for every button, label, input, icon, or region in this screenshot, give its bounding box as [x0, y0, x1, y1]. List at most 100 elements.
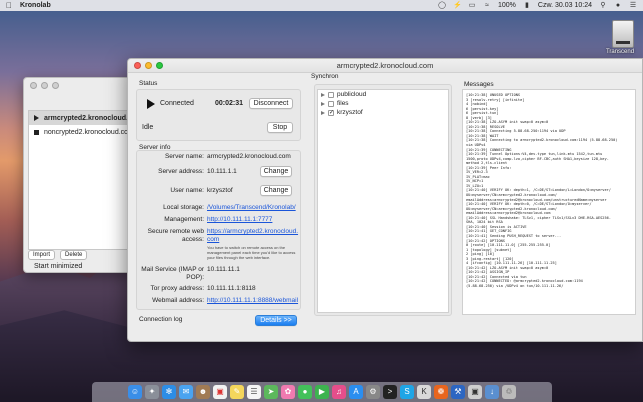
search-icon[interactable]: ⚲	[599, 2, 607, 9]
kronolab-icon[interactable]: K	[417, 385, 431, 399]
launchpad-icon[interactable]: ✦	[145, 385, 159, 399]
folder-name: publicloud	[337, 91, 367, 98]
shield-icon[interactable]: ◯	[438, 2, 446, 9]
battery-icon[interactable]: ▮	[523, 2, 531, 9]
idle-label: Idle	[142, 124, 154, 131]
synchron-panel: publicloud files ✓ krzysztof	[314, 84, 452, 316]
status-panel: Connected 00:02:31 Disconnect Idle Stop	[136, 89, 301, 141]
management-link[interactable]: http://10.111.11.1:7777	[207, 216, 299, 224]
minimize-button[interactable]	[145, 62, 152, 69]
zoom-button[interactable]	[52, 81, 59, 89]
maps-icon[interactable]: ➤	[264, 385, 278, 399]
secure-web-note: You have to switch on remote access on t…	[207, 245, 296, 260]
notes-icon[interactable]: ✎	[230, 385, 244, 399]
apple-icon[interactable]: 	[6, 1, 12, 10]
mail-icon[interactable]: ✉	[179, 385, 193, 399]
status-header: Status	[139, 80, 158, 87]
appstore-icon[interactable]: A	[349, 385, 363, 399]
connection-timer: 00:02:31	[215, 100, 244, 107]
finder-icon[interactable]: ☺	[128, 385, 142, 399]
minimize-button[interactable]	[41, 81, 48, 89]
start-minimized-label[interactable]: Start minimized	[34, 263, 82, 270]
skype-icon[interactable]: S	[400, 385, 414, 399]
details-button[interactable]: Details >>	[255, 315, 297, 326]
server-name: noncrypted2.kronocloud.com	[44, 128, 134, 136]
tor-value: 10.111.11.1:8118	[207, 285, 256, 292]
field-label: Local storage:	[163, 204, 204, 211]
bolt-icon[interactable]: ⚡	[453, 2, 462, 9]
window-title: armcrypted2.kronocloud.com	[336, 61, 434, 70]
change-user-button[interactable]: Change	[260, 185, 292, 196]
tree-row[interactable]: ✓ krzysztof	[318, 108, 448, 117]
zoom-button[interactable]	[156, 62, 163, 69]
secure-web-link[interactable]: https://armcrypted2.kronocloud.com	[207, 228, 299, 244]
delete-button[interactable]: Delete	[60, 250, 88, 260]
connected-label: Connected	[160, 100, 194, 107]
checkbox[interactable]	[328, 91, 334, 98]
messages-log: [10:21:38] UNUSED OPTIONS 3 [resolv-retr…	[466, 93, 618, 288]
connection-window: armcrypted2.kronocloud.com Status Connec…	[127, 58, 643, 342]
play-icon	[34, 115, 39, 121]
field-label: Webmail address:	[152, 297, 204, 304]
tree-row[interactable]: publicloud	[318, 90, 448, 99]
tree-row[interactable]: files	[318, 99, 448, 108]
status-menus: ◯ ⚡ ▭ ≈ 100% ▮ Czw. 30.03 10:24 ⚲ ● ☰	[438, 2, 637, 9]
mail-value: 10.111.11.1	[207, 266, 240, 273]
firefox-icon[interactable]: ❁	[434, 385, 448, 399]
app-menu-name[interactable]: Kronolab	[20, 2, 51, 9]
folder-name: krzysztof	[337, 109, 363, 116]
menu-bar:  Kronolab ◯ ⚡ ▭ ≈ 100% ▮ Czw. 30.03 10:…	[0, 0, 643, 11]
dock: ☺ ✦ ✻ ✉ ☻ ▣ ✎ ☰ ➤ ✿ ● ▶ ♫ A ⚙ > S K ❁ ⚒ …	[92, 382, 552, 402]
messages-icon[interactable]: ●	[298, 385, 312, 399]
preview-icon[interactable]: ▣	[468, 385, 482, 399]
messages-header: Messages	[464, 81, 494, 88]
list-buttons: Import Delete	[28, 250, 89, 260]
change-address-button[interactable]: Change	[260, 166, 292, 177]
messages-panel[interactable]: [10:21:38] UNUSED OPTIONS 3 [resolv-retr…	[462, 89, 636, 315]
xcode-icon[interactable]: ⚒	[451, 385, 465, 399]
transcend-drive[interactable]: Transcend	[606, 20, 638, 58]
notifications-icon[interactable]: ☰	[629, 2, 637, 9]
disclosure-icon[interactable]	[321, 110, 325, 115]
checkbox[interactable]	[328, 100, 334, 107]
server-list-window: armcrypted2.kronocloud.com noncrypted2.k…	[23, 77, 146, 273]
folder-name: files	[337, 100, 349, 107]
terminal-icon[interactable]: >	[383, 385, 397, 399]
siri-icon[interactable]: ●	[614, 2, 622, 9]
photos-icon[interactable]: ✿	[281, 385, 295, 399]
reminders-icon[interactable]: ☰	[247, 385, 261, 399]
field-label: Server address:	[158, 168, 204, 175]
field-label: Mail Service (IMAP or POP):	[141, 266, 204, 281]
close-button[interactable]	[30, 81, 37, 89]
window-titlebar[interactable]	[24, 78, 132, 92]
clock[interactable]: Czw. 30.03 10:24	[538, 2, 592, 9]
synchron-header: Synchron	[311, 73, 339, 80]
downloads-icon[interactable]: ↓	[485, 385, 499, 399]
window-titlebar[interactable]: armcrypted2.kronocloud.com	[128, 59, 642, 73]
disconnect-button[interactable]: Disconnect	[249, 98, 293, 109]
calendar-icon[interactable]: ▣	[213, 385, 227, 399]
itunes-icon[interactable]: ♫	[332, 385, 346, 399]
trash-icon[interactable]: ♲	[502, 385, 516, 399]
server-name-value: armcrypted2.kronocloud.com	[207, 153, 291, 160]
webmail-link[interactable]: http://10.111.11.1:8888/webmail	[207, 297, 299, 305]
facetime-icon[interactable]: ▶	[315, 385, 329, 399]
import-button[interactable]: Import	[28, 250, 56, 260]
checkbox[interactable]: ✓	[328, 109, 334, 116]
disclosure-icon[interactable]	[321, 92, 325, 97]
field-label: Tor proxy address:	[150, 285, 204, 292]
close-button[interactable]	[134, 62, 141, 69]
wifi-icon[interactable]: ≈	[483, 2, 491, 9]
local-storage-link[interactable]: /Volumes/Transcend/Kronolab/	[207, 204, 299, 212]
contacts-icon[interactable]: ☻	[196, 385, 210, 399]
preferences-icon[interactable]: ⚙	[366, 385, 380, 399]
connection-log-label: Connection log	[139, 316, 183, 323]
field-label: Server name:	[164, 153, 204, 160]
stop-button[interactable]: Stop	[267, 122, 293, 133]
field-label: User name:	[170, 187, 204, 194]
server-info-panel: Server name: armcrypted2.kronocloud.com …	[136, 150, 301, 310]
safari-icon[interactable]: ✻	[162, 385, 176, 399]
disclosure-icon[interactable]	[321, 101, 325, 106]
cast-icon[interactable]: ▭	[468, 2, 476, 9]
battery-percent: 100%	[498, 2, 516, 9]
